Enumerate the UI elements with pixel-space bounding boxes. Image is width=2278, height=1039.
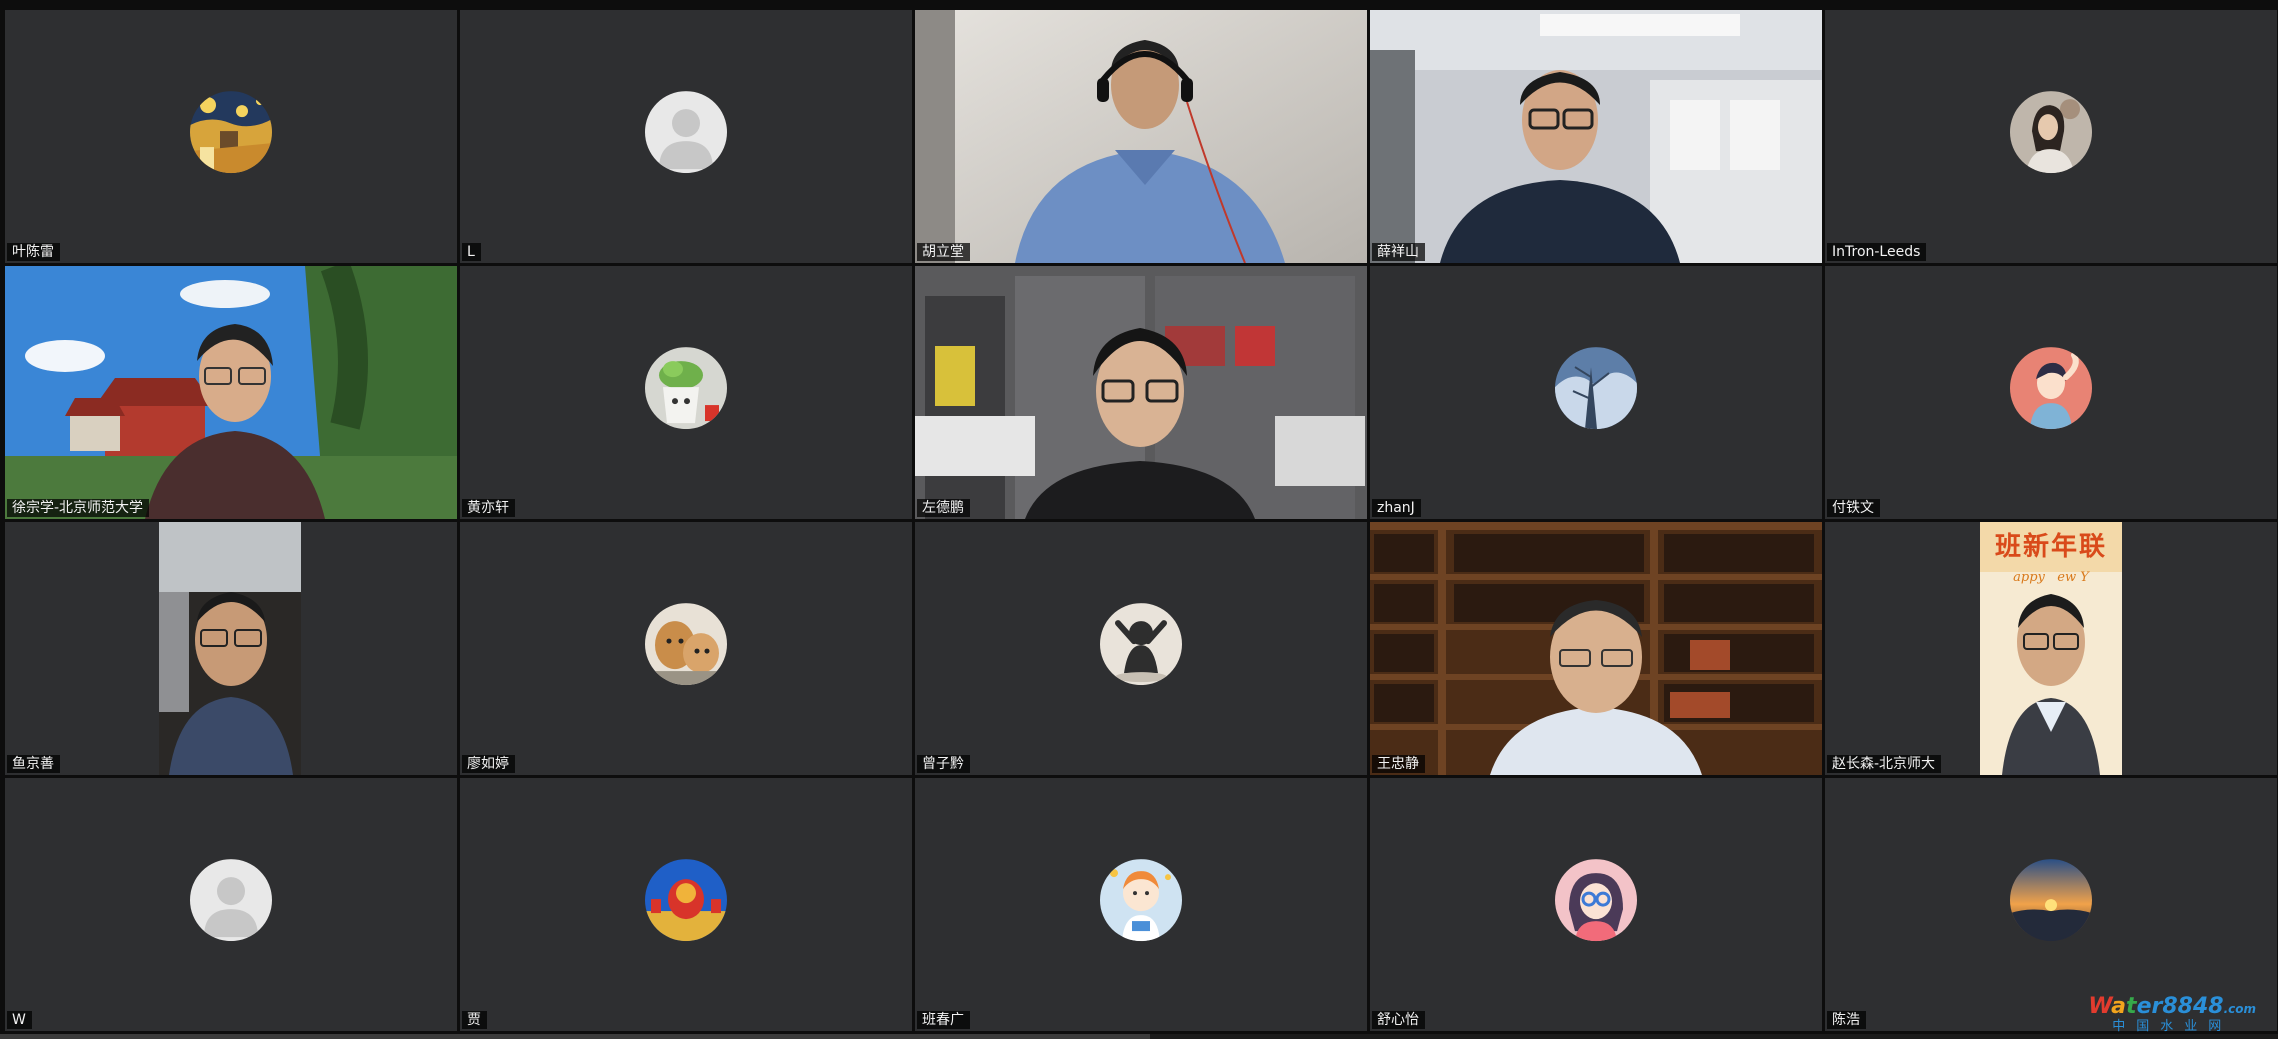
participant-video: 班新年联 appy ew Y [1980,522,2122,775]
participant-tile[interactable]: InTron-Leeds [1825,10,2277,263]
night-painting-avatar-icon [190,90,272,173]
participant-name: 班春广 [917,1011,970,1029]
participant-tile[interactable]: 王忠静 [1370,522,1822,775]
backdrop-banner-subtext: appy ew Y [2013,570,2089,585]
participant-name: 左德鹏 [917,499,970,517]
participant-tile[interactable]: 左德鹏 [915,266,1367,519]
participant-name: 鱼京善 [7,755,60,773]
plant-pot-avatar-icon [645,346,727,429]
cartoon-girl-avatar-icon [1555,858,1637,941]
participant-name: 付铁文 [1827,499,1880,517]
participant-tile[interactable]: 叶陈雷 [5,10,457,263]
participant-tile[interactable]: L [460,10,912,263]
participant-name: 黄亦轩 [462,499,515,517]
cartoon-astronaut-avatar-icon [1100,858,1182,941]
participant-name: 薛祥山 [1372,243,1425,261]
participant-video [1370,522,1822,775]
participant-name: 曾子黔 [917,755,970,773]
participant-name: 赵长森-北京师大 [1827,755,1942,773]
watermark-suffix: .com [2223,1002,2256,1016]
participant-name: W [7,1011,32,1029]
tiananmen-avatar-icon [645,858,727,941]
participant-name: 廖如婷 [462,755,515,773]
participant-name: InTron-Leeds [1827,243,1927,261]
participant-name: 徐宗学-北京师范大学 [7,499,150,517]
participant-tile[interactable]: 廖如婷 [460,522,912,775]
silhouette-avatar-icon [1100,602,1182,685]
default-user-avatar-icon [645,90,727,173]
backdrop-banner-text: 班新年联 [1994,532,2107,562]
watermark-letter: t [2126,994,2137,1019]
participant-name: 胡立堂 [917,243,970,261]
participant-name: 舒心怡 [1372,1011,1425,1029]
watermark-letter: W [2088,994,2112,1019]
participant-video [915,10,1367,263]
portrait-photo-avatar-icon [2010,90,2092,173]
participant-tile[interactable]: 舒心怡 [1370,778,1822,1031]
watermark-letter: a [2111,994,2127,1019]
snow-tree-avatar-icon [1555,346,1637,429]
participant-tile[interactable]: W [5,778,457,1031]
participant-tile[interactable]: 付铁文 [1825,266,2277,519]
participant-tile[interactable]: 班新年联 appy ew Y 赵长森-北京师大 [1825,522,2277,775]
watermark-letter: e [2136,994,2152,1019]
cartoon-boy-avatar-icon [2010,346,2092,429]
puppies-avatar-icon [645,602,727,685]
participant-name: L [462,243,481,261]
sunset-avatar-icon [2010,858,2092,941]
participant-tile[interactable]: 班春广 [915,778,1367,1031]
video-grid: 叶陈雷 L 胡立堂 薛祥山 InTron-Leeds 徐宗学-北京师范大学 黄亦… [5,10,2277,1034]
participant-tile[interactable]: 贾 [460,778,912,1031]
participant-video [1370,10,1822,263]
participant-name: zhanJ [1372,499,1421,517]
participant-tile[interactable]: 曾子黔 [915,522,1367,775]
participant-tile[interactable]: 黄亦轩 [460,266,912,519]
participant-tile[interactable]: zhanJ [1370,266,1822,519]
participant-video [5,266,457,519]
participant-tile[interactable]: 徐宗学-北京师范大学 [5,266,457,519]
participant-video [159,522,301,775]
watermark-text: r8848 [2151,994,2224,1019]
participant-name: 王忠静 [1372,755,1425,773]
default-user-avatar-icon [190,858,272,941]
participant-tile[interactable]: 薛祥山 [1370,10,1822,263]
horizontal-scrollbar[interactable] [0,1034,2278,1039]
participant-name: 陈浩 [1827,1011,1866,1029]
site-watermark-logo: Water8848.com 中国水业网 [2088,994,2256,1034]
participant-name: 贾 [462,1011,487,1029]
participant-tile[interactable]: 鱼京善 [5,522,457,775]
watermark-subtitle: 中国水业网 [2112,1019,2233,1034]
participant-name: 叶陈雷 [7,243,60,261]
participant-tile[interactable]: 胡立堂 [915,10,1367,263]
participant-video [915,266,1367,519]
scrollbar-thumb[interactable] [0,1034,1150,1039]
